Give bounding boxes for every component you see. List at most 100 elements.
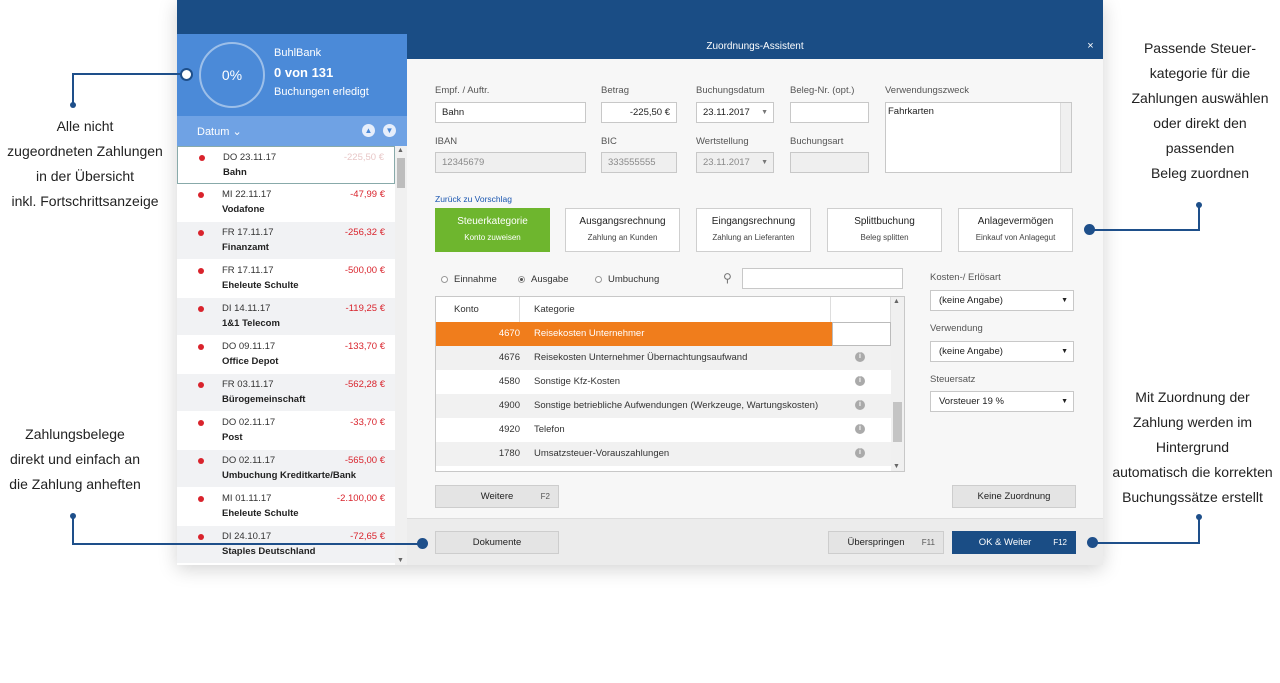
- receipt-number-field[interactable]: [790, 102, 869, 123]
- usage-select[interactable]: (keine Angabe) ▼: [930, 341, 1074, 362]
- documents-button[interactable]: Dokumente: [435, 531, 559, 554]
- unassigned-dot-icon: [198, 382, 204, 388]
- ok-continue-button[interactable]: OK & Weiter F12: [952, 531, 1076, 554]
- purpose-field[interactable]: Fahrkarten: [885, 102, 1072, 173]
- booking-date-label: Buchungsdatum: [696, 85, 765, 96]
- list-scrollbar[interactable]: ▲ ▼: [395, 146, 407, 565]
- connector-dot: [1196, 514, 1202, 520]
- info-icon[interactable]: i: [855, 376, 865, 386]
- no-assignment-button[interactable]: Keine Zuordnung: [952, 485, 1076, 508]
- connector-line: [1198, 205, 1200, 231]
- tax-category-button[interactable]: Steuerkategorie Konto zuweisen: [435, 208, 550, 252]
- dropdown-arrow-icon: ▼: [1061, 348, 1068, 355]
- transaction-payee: Bürogemeinschaft: [222, 394, 306, 405]
- radio-income[interactable]: Einnahme: [441, 274, 497, 285]
- scroll-down-icon[interactable]: ▼: [397, 557, 404, 564]
- radio-circle: [441, 276, 448, 283]
- transaction-row[interactable]: DO 09.11.17 Office Depot -133,70 €: [177, 336, 395, 374]
- transaction-amount: -33,70 €: [350, 417, 385, 428]
- scroll-down-icon[interactable]: ▼: [893, 463, 900, 470]
- transaction-row[interactable]: DO 02.11.17 Umbuchung Kreditkarte/Bank -56…: [177, 450, 395, 488]
- connector-line: [72, 74, 74, 105]
- connector-dot: [1196, 202, 1202, 208]
- scroll-up-icon[interactable]: ▲: [397, 147, 404, 154]
- transaction-date: FR 03.11.17: [222, 379, 274, 390]
- scroll-up-icon[interactable]: ▲: [893, 298, 900, 305]
- transaction-row[interactable]: DI 24.10.17 Staples Deutschland -72,65 €: [177, 526, 395, 564]
- fixed-assets-button[interactable]: Anlagevermögen Einkauf von Anlagegut: [958, 208, 1073, 252]
- transaction-row[interactable]: FR 17.11.17 Finanzamt -256,32 €: [177, 222, 395, 260]
- iban-field[interactable]: 12345679: [435, 152, 586, 173]
- iban-label: IBAN: [435, 136, 458, 147]
- app-window: 0% BuhlBank 0 von 131 Buchungen erledigt…: [177, 0, 1103, 565]
- account-summary: 0% BuhlBank 0 von 131 Buchungen erledigt: [177, 34, 407, 116]
- transaction-amount: -562,28 €: [344, 379, 385, 390]
- cost-type-label: Kosten-/ Erlösart: [930, 272, 1001, 283]
- more-button[interactable]: Weitere F2: [435, 485, 559, 508]
- transaction-row[interactable]: FR 17.11.17 Eheleute Schulte -500,00 €: [177, 260, 395, 298]
- radio-expense[interactable]: Ausgabe: [518, 274, 569, 285]
- category-row[interactable]: 4676 Reisekosten Unternehmer Übernachtung…: [436, 346, 891, 370]
- skip-button[interactable]: Überspringen F11: [828, 531, 944, 554]
- unassigned-dot-icon: [199, 155, 205, 161]
- info-icon[interactable]: i: [855, 400, 865, 410]
- value-date-field[interactable]: 23.11.2017 ▼: [696, 152, 774, 173]
- sort-dropdown[interactable]: Datum ⌄: [197, 125, 242, 138]
- outgoing-invoice-button[interactable]: Ausgangsrechnung Zahlung an Kunden: [565, 208, 680, 252]
- callout-attach-documents: Zahlungsbelege direkt und einfach an die…: [9, 426, 141, 492]
- transaction-row[interactable]: FR 03.11.17 Bürogemeinschaft -562,28 €: [177, 374, 395, 412]
- transaction-amount: -500,00 €: [344, 265, 385, 276]
- category-row[interactable]: 4580 Sonstige Kfz-Kosten i: [436, 370, 891, 394]
- column-header-kategorie[interactable]: Kategorie: [520, 297, 831, 322]
- booking-done-label: Buchungen erledigt: [274, 86, 369, 98]
- radio-circle-selected: [518, 276, 525, 283]
- info-icon[interactable]: i: [855, 448, 865, 458]
- category-row[interactable]: 4920 Telefon i: [436, 418, 891, 442]
- transaction-payee: 1&1 Telecom: [222, 318, 280, 329]
- recipient-field[interactable]: Bahn: [435, 102, 586, 123]
- split-booking-button[interactable]: Splittbuchung Beleg splitten: [827, 208, 942, 252]
- transaction-row[interactable]: DI 14.11.17 1&1 Telecom -119,25 €: [177, 298, 395, 336]
- transaction-row[interactable]: MI 01.11.17 Eheleute Schulte -2.100,00 €: [177, 488, 395, 526]
- search-input[interactable]: [742, 268, 903, 289]
- category-row[interactable]: 4670 Reisekosten Unternehmer: [436, 322, 891, 346]
- unassigned-dot-icon: [198, 306, 204, 312]
- transaction-row[interactable]: MI 22.11.17 Vodafone -47,99 €: [177, 184, 395, 222]
- transaction-date: MI 22.11.17: [222, 189, 272, 200]
- transaction-date: FR 17.11.17: [222, 265, 274, 276]
- back-to-suggestion-link[interactable]: Zurück zu Vorschlag: [435, 194, 512, 204]
- category-row[interactable]: 4900 Sonstige betriebliche Aufwendungen (…: [436, 394, 891, 418]
- transaction-amount: -133,70 €: [344, 341, 385, 352]
- radio-transfer[interactable]: Umbuchung: [595, 274, 659, 285]
- amount-field[interactable]: -225,50 €: [601, 102, 677, 123]
- account-number: 4580: [498, 376, 520, 387]
- purpose-scrollbar[interactable]: [1060, 103, 1071, 172]
- dropdown-arrow-icon: ▼: [1061, 398, 1068, 405]
- category-name: Umsatzsteuer-Vorauszahlungen: [534, 448, 670, 459]
- scroll-thumb[interactable]: [893, 402, 902, 442]
- scroll-thumb[interactable]: [397, 158, 405, 188]
- table-scrollbar[interactable]: ▲ ▼: [891, 297, 904, 471]
- transaction-amount: -565,00 €: [344, 455, 385, 466]
- transaction-amount: -119,25 €: [345, 303, 385, 314]
- cost-type-select[interactable]: (keine Angabe) ▼: [930, 290, 1074, 311]
- transaction-date: DO 09.11.17: [222, 341, 276, 352]
- incoming-invoice-button[interactable]: Eingangsrechnung Zahlung an Lieferanten: [696, 208, 811, 252]
- transaction-date: DI 14.11.17: [222, 303, 271, 314]
- dialog-title: Zuordnungs-Assistent: [407, 34, 1103, 59]
- close-icon[interactable]: ×: [1078, 34, 1103, 59]
- sort-down-icon[interactable]: ▼: [383, 124, 396, 137]
- category-row[interactable]: 1780 Umsatzsteuer-Vorauszahlungen i: [436, 442, 891, 466]
- info-icon[interactable]: i: [855, 352, 865, 362]
- transaction-amount: -256,32 €: [344, 227, 385, 238]
- bic-field[interactable]: 333555555: [601, 152, 677, 173]
- booking-type-field[interactable]: [790, 152, 869, 173]
- transaction-row[interactable]: DO 02.11.17 Post -33,70 €: [177, 412, 395, 450]
- tax-rate-select[interactable]: Vorsteuer 19 % ▼: [930, 391, 1074, 412]
- info-icon[interactable]: i: [855, 424, 865, 434]
- connector-line: [1198, 517, 1200, 544]
- column-header-konto[interactable]: Konto: [436, 297, 520, 322]
- booking-date-field[interactable]: 23.11.2017 ▼: [696, 102, 774, 123]
- sort-up-icon[interactable]: ▲: [362, 124, 375, 137]
- transaction-row[interactable]: DO 23.11.17 Bahn -225,50 €: [177, 146, 395, 184]
